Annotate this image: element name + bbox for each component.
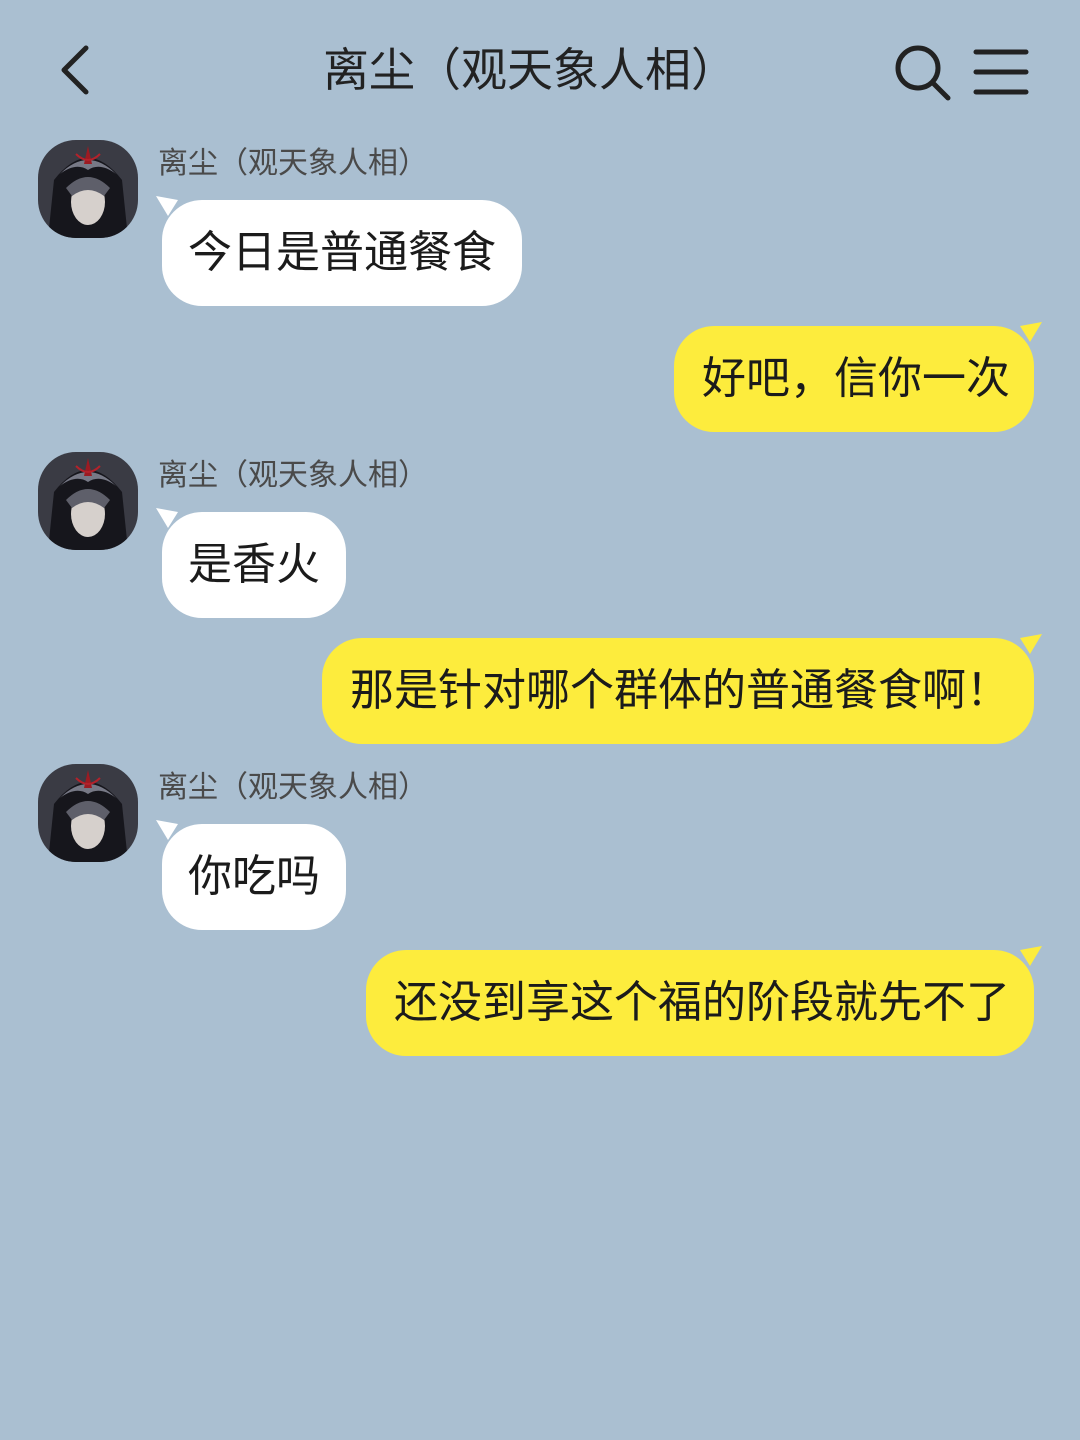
search-icon: [895, 45, 951, 101]
sender-name: 离尘（观天象人相）: [158, 146, 428, 181]
back-button[interactable]: [50, 40, 106, 100]
sender-name: 离尘（观天象人相）: [158, 770, 428, 805]
chat-header: 离尘（观天象人相）: [0, 0, 1080, 140]
chat-title: 离尘（观天象人相）: [323, 43, 737, 97]
character-avatar-icon: [38, 140, 138, 238]
bubble-tail: [1020, 634, 1042, 654]
chevron-left-icon: [61, 45, 89, 95]
bubble-tail: [1020, 946, 1042, 966]
bubble-tail: [156, 508, 178, 528]
message-text: 还没到享这个福的阶段就先不了: [394, 977, 1010, 1028]
character-avatar-icon: [38, 452, 138, 550]
bubble-tail: [156, 196, 178, 216]
message-bubble-incoming[interactable]: 是香火: [156, 508, 346, 618]
bubble-tail: [1020, 322, 1042, 342]
message-text: 是香火: [188, 539, 320, 590]
avatar[interactable]: [38, 140, 138, 238]
message-text: 那是针对哪个群体的普通餐食啊！: [350, 665, 1010, 716]
sender-name: 离尘（观天象人相）: [158, 458, 428, 493]
avatar[interactable]: [38, 452, 138, 550]
message-bubble-incoming[interactable]: 今日是普通餐食: [156, 196, 522, 306]
menu-button[interactable]: [972, 44, 1030, 100]
message-bubble-incoming[interactable]: 你吃吗: [156, 820, 346, 930]
message-bubble-outgoing[interactable]: 还没到享这个福的阶段就先不了: [366, 946, 1042, 1056]
message-text: 你吃吗: [188, 851, 320, 902]
hamburger-menu-icon: [973, 49, 1029, 95]
message-text: 好吧，信你一次: [702, 353, 1010, 404]
message-bubble-outgoing[interactable]: 那是针对哪个群体的普通餐食啊！: [322, 634, 1042, 744]
avatar[interactable]: [38, 764, 138, 862]
bubble-tail: [156, 820, 178, 840]
search-button[interactable]: [890, 40, 954, 104]
message-bubble-outgoing[interactable]: 好吧，信你一次: [674, 322, 1042, 432]
character-avatar-icon: [38, 764, 138, 862]
message-text: 今日是普通餐食: [188, 227, 496, 278]
